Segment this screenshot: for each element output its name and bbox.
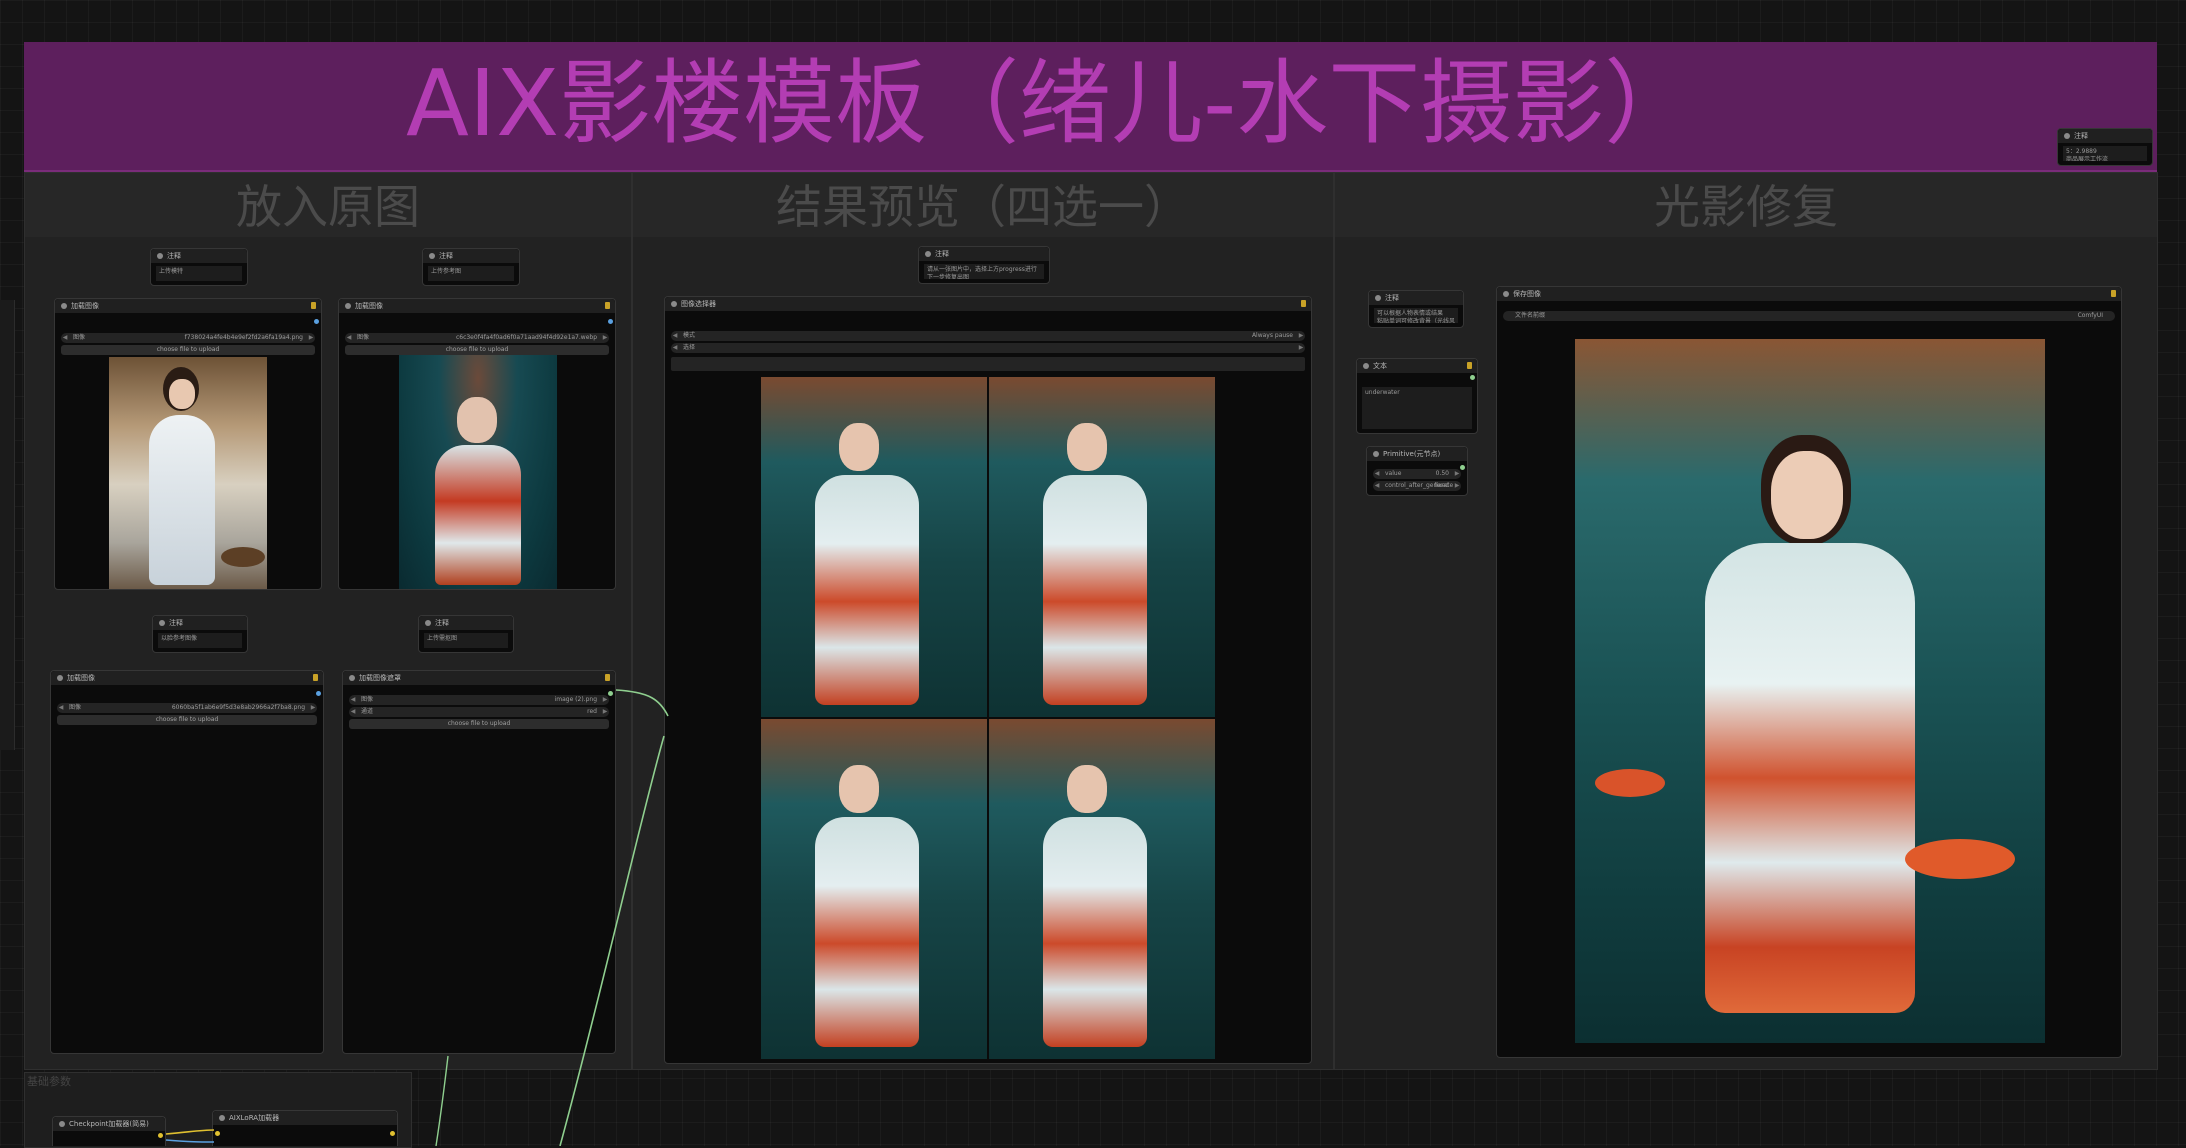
selector-mode-combo[interactable]: ◀ 模式 Always pause ▶	[671, 331, 1305, 341]
model-photo	[109, 357, 267, 589]
mask-image-combo[interactable]: ◀ 图像 image (2).png ▶	[349, 695, 609, 705]
upload-button-1[interactable]: choose file to upload	[61, 345, 315, 355]
load-image-mask-node[interactable]: 加载图像遮罩 ◀ 图像 image (2).png ▶ ◀ 通道 red ▶ choose …	[342, 670, 616, 1054]
note-input-b[interactable]: 注释 上传参考图	[422, 248, 520, 286]
lock-icon	[605, 674, 610, 681]
lock-icon	[313, 674, 318, 681]
model-output-slot[interactable]	[390, 1131, 395, 1136]
relit-result-image[interactable]	[1575, 339, 2045, 1043]
lock-icon	[605, 302, 610, 309]
primitive-node[interactable]: Primitive(元节点) ◀ value 0.50 ▶ ◀ control_afte…	[1366, 446, 1468, 496]
load-image-node-1[interactable]: 加载图像 ◀ 图像 f738024a4fe4b4e9ef2fd2a6fa19a4.p…	[54, 298, 322, 590]
collapsed-node-strip[interactable]	[0, 300, 15, 750]
lora-loader-node[interactable]: AIXLoRA加载器	[212, 1110, 398, 1146]
model-output-slot[interactable]	[158, 1133, 163, 1138]
selector-blank-field[interactable]	[671, 357, 1305, 371]
note-title: 注释	[2074, 132, 2088, 140]
text-node[interactable]: 文本 underwater	[1356, 358, 1478, 434]
preview-image-3[interactable]	[761, 719, 987, 1059]
note-body[interactable]: 5：2.9889 商品展示工作流	[2063, 146, 2147, 161]
primitive-value-field[interactable]: ◀ value 0.50 ▶	[1373, 469, 1461, 479]
save-image-node[interactable]: 保存图像 文件名前缀 ComfyUI	[1496, 286, 2122, 1058]
lock-icon	[311, 302, 316, 309]
image-combo-2[interactable]: ◀ 图像 c6c3e0f4fa4f0ad6f0a71aad94f4d92e1a7.w…	[345, 333, 609, 343]
reference-underwater-photo	[399, 355, 557, 589]
mask-channel-combo[interactable]: ◀ 通道 red ▶	[349, 707, 609, 717]
primitive-control-field[interactable]: ◀ control_after_generate fixed ▶	[1373, 481, 1461, 491]
preview-image-4[interactable]	[989, 719, 1215, 1059]
image-combo-1[interactable]: ◀ 图像 f738024a4fe4b4e9ef2fd2a6fa19a4.png ▶	[61, 333, 315, 343]
preview-image-2[interactable]	[989, 377, 1215, 717]
note-input-c[interactable]: 注释 以脸参考图像	[152, 615, 248, 653]
group-title-basic: 基础参数	[27, 1075, 71, 1088]
lock-icon	[2111, 290, 2116, 297]
note-input-a[interactable]: 注释 上传模特	[150, 248, 248, 286]
checkpoint-loader-node[interactable]: Checkpoint加载器(简易)	[52, 1116, 166, 1146]
note-relight[interactable]: 注释 可以根据人物表情或结果 粘贴单词可修改背景（光线风格）	[1368, 290, 1464, 328]
model-input-slot[interactable]	[215, 1131, 220, 1136]
note-preview[interactable]: 注释 请从一张图片中，选择上方progress进行下一步修复出图	[918, 246, 1050, 284]
selector-select-field[interactable]: ◀ 选择 ▶	[671, 343, 1305, 353]
output-slot[interactable]	[314, 319, 319, 324]
load-image-node-2[interactable]: 加载图像 ◀ 图像 c6c3e0f4fa4f0ad6f0a71aad94f4d92e…	[338, 298, 616, 590]
lock-icon	[1467, 362, 1472, 369]
text-output-slot[interactable]	[1470, 375, 1475, 380]
group-title-preview: 结果预览（四选一）	[776, 180, 1190, 234]
filename-prefix-field[interactable]: 文件名前缀 ComfyUI	[1503, 311, 2115, 321]
output-slot[interactable]	[316, 691, 321, 696]
load-image-node-3[interactable]: 加载图像 ◀ 图像 6060ba5f1ab6e9f5d3e8ab2966a2f7ba…	[50, 670, 324, 1054]
preview-image-1[interactable]	[761, 377, 987, 717]
image-combo-3[interactable]: ◀ 图像 6060ba5f1ab6e9f5d3e8ab2966a2f7ba8.png…	[57, 703, 317, 713]
note-top-right[interactable]: 注释 5：2.9889 商品展示工作流	[2057, 128, 2153, 166]
output-slot[interactable]	[608, 319, 613, 324]
image-selector-node[interactable]: 图像选择器 ◀ 模式 Always pause ▶ ◀ 选择 ▶	[664, 296, 1312, 1064]
text-input-area[interactable]: underwater	[1362, 387, 1472, 429]
note-input-d[interactable]: 注释 上传需抠图	[418, 615, 514, 653]
banner-title: AIX影楼模板（绪儿-水下摄影）	[406, 50, 1697, 157]
group-title-relight: 光影修复	[1654, 180, 1838, 234]
upload-button-3[interactable]: choose file to upload	[57, 715, 317, 725]
lock-icon	[1301, 300, 1306, 307]
mask-upload-button[interactable]: choose file to upload	[349, 719, 609, 729]
upload-button-2[interactable]: choose file to upload	[345, 345, 609, 355]
group-title-input: 放入原图	[236, 180, 420, 234]
